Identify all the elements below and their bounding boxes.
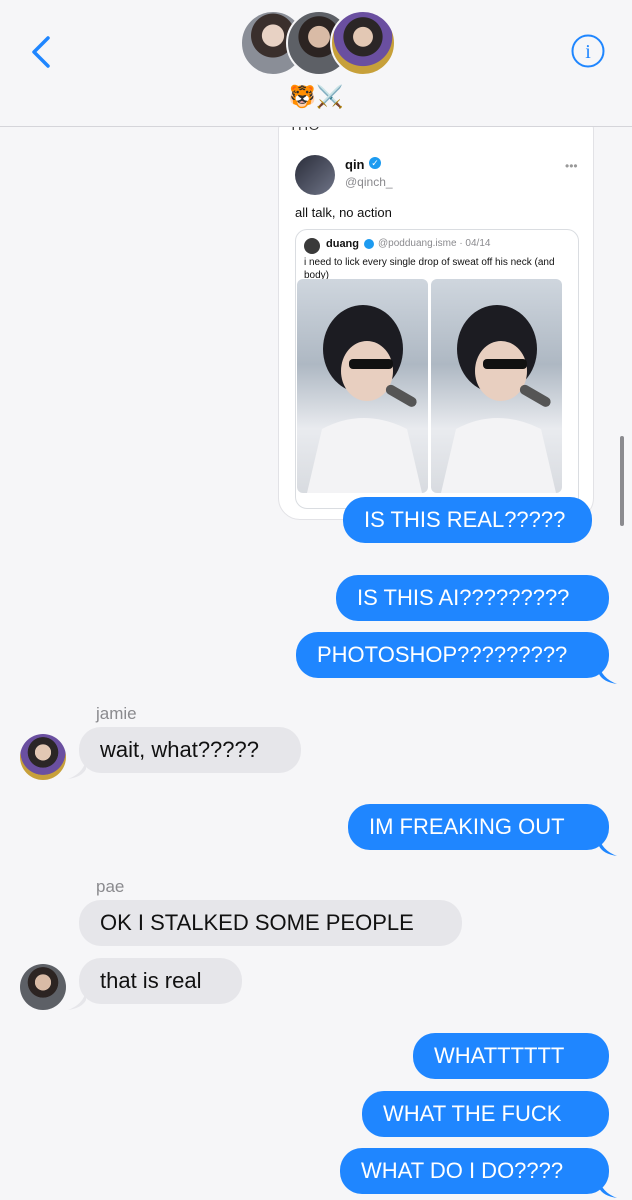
outgoing-message[interactable]: WHAT DO I DO???? bbox=[340, 1148, 609, 1194]
jamie-avatar[interactable] bbox=[20, 734, 66, 780]
sender-name: pae bbox=[96, 877, 125, 896]
bubble-tail bbox=[599, 836, 617, 856]
post-photo bbox=[297, 279, 428, 493]
group-avatars[interactable] bbox=[240, 10, 396, 76]
bubble-tail bbox=[68, 759, 86, 779]
quoted-author-handle: @podduang.isme · 04/14 bbox=[378, 238, 491, 249]
post-photo bbox=[431, 279, 562, 493]
bubble-tail bbox=[599, 664, 617, 684]
group-name[interactable]: 🐯⚔️ bbox=[0, 84, 632, 110]
chevron-left-icon bbox=[32, 36, 50, 68]
outgoing-message[interactable]: IS THIS AI????????? bbox=[336, 575, 609, 621]
info-icon: i bbox=[571, 34, 605, 68]
verified-icon bbox=[364, 239, 374, 249]
quoted-author-name: duang bbox=[326, 238, 359, 250]
member-avatar bbox=[330, 10, 396, 76]
incoming-message[interactable]: wait, what????? bbox=[79, 727, 301, 773]
more-icon: ••• bbox=[565, 159, 578, 173]
bubble-tail bbox=[68, 990, 86, 1010]
outgoing-message[interactable]: IM FREAKING OUT bbox=[348, 804, 609, 850]
bubble-tail bbox=[599, 1178, 617, 1198]
pae-avatar[interactable] bbox=[20, 964, 66, 1010]
back-button[interactable] bbox=[28, 34, 58, 70]
incoming-message[interactable]: OK I STALKED SOME PEOPLE bbox=[79, 900, 462, 946]
post-text: all talk, no action bbox=[295, 205, 392, 220]
author-handle: @qinch_ bbox=[345, 175, 393, 189]
conversation-header: 🐯⚔️ i bbox=[0, 0, 632, 127]
verified-icon: ✓ bbox=[369, 157, 381, 169]
author-name: qin bbox=[345, 157, 365, 172]
outgoing-message[interactable]: IS THIS REAL????? bbox=[343, 497, 592, 543]
outgoing-message[interactable]: WHAT THE FUCK bbox=[362, 1091, 609, 1137]
quoted-author-avatar bbox=[304, 238, 320, 254]
shared-image-attachment[interactable]: THO qin ✓ @qinch_ ••• all talk, no actio… bbox=[278, 108, 594, 520]
info-button[interactable]: i bbox=[570, 33, 606, 69]
incoming-message[interactable]: that is real bbox=[79, 958, 242, 1004]
author-avatar bbox=[295, 155, 335, 195]
sender-name: jamie bbox=[96, 704, 137, 723]
svg-text:i: i bbox=[585, 41, 591, 63]
scroll-indicator[interactable] bbox=[620, 436, 624, 526]
outgoing-message[interactable]: WHATTTTTT bbox=[413, 1033, 609, 1079]
outgoing-message[interactable]: PHOTOSHOP????????? bbox=[296, 632, 609, 678]
